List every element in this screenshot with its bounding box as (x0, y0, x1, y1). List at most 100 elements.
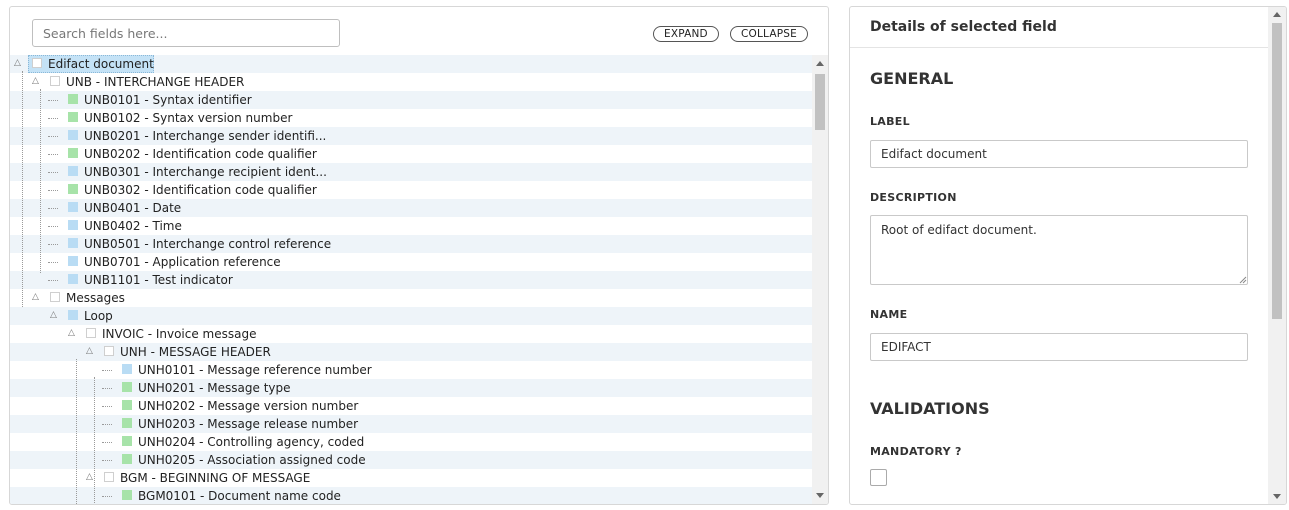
tree-guide-line (102, 370, 112, 371)
label-field[interactable] (870, 140, 1248, 168)
mandatory-field-icon[interactable] (68, 184, 78, 194)
tree-row[interactable]: △ UNH - MESSAGE HEADER (10, 343, 812, 361)
tree-row[interactable]: UNB0101 - Syntax identifier (10, 91, 812, 109)
collapse-button[interactable]: COLLAPSE (730, 26, 808, 42)
tree-guide-line (48, 172, 58, 173)
tree-expander-icon[interactable]: △ (68, 325, 75, 341)
tree-row[interactable]: UNH0201 - Message type (10, 379, 812, 397)
tree-guide-line (22, 71, 23, 307)
general-section-title: GENERAL (870, 69, 954, 88)
scroll-thumb[interactable] (1272, 23, 1282, 319)
tree-row-label: UNB0402 - Time (84, 219, 182, 233)
tree-guide-line (48, 262, 58, 263)
optional-field-icon[interactable] (68, 166, 78, 176)
tree-row[interactable]: UNB0102 - Syntax version number (10, 109, 812, 127)
tree-row-label: Edifact document (48, 57, 154, 71)
tree-guide-line (48, 190, 58, 191)
tree-row[interactable]: UNB0201 - Interchange sender identifi... (10, 127, 812, 145)
mandatory-field-icon[interactable] (68, 94, 78, 104)
scroll-down-icon[interactable] (816, 493, 824, 498)
tree-scrollbar[interactable] (812, 55, 828, 504)
tree-row[interactable]: △ Messages (10, 289, 812, 307)
tree-guide-line (102, 496, 112, 497)
validations-section-title: VALIDATIONS (870, 399, 990, 418)
tree-row[interactable]: UNB0701 - Application reference (10, 253, 812, 271)
tree-row[interactable]: UNB0302 - Identification code qualifier (10, 181, 812, 199)
node-checkbox-icon[interactable] (104, 472, 114, 482)
tree-expander-icon[interactable]: △ (50, 307, 57, 323)
tree-row-label: UNH0101 - Message reference number (138, 363, 372, 377)
tree-row-label: UNH - MESSAGE HEADER (120, 345, 271, 359)
tree-row-label: BGM - BEGINNING OF MESSAGE (120, 471, 311, 485)
tree-row-label: BGM0101 - Document name code (138, 489, 341, 503)
mandatory-field-icon[interactable] (122, 454, 132, 464)
resize-grip-icon[interactable] (1239, 276, 1247, 284)
tree-row[interactable]: UNB1101 - Test indicator (10, 271, 812, 289)
tree-row[interactable]: UNH0205 - Association assigned code (10, 451, 812, 469)
optional-field-icon[interactable] (122, 364, 132, 374)
tree-row-label: UNB0701 - Application reference (84, 255, 281, 269)
tree-row[interactable]: UNB0301 - Interchange recipient ident... (10, 163, 812, 181)
search-input[interactable] (32, 19, 340, 47)
mandatory-field-icon[interactable] (122, 490, 132, 500)
tree-row-label: UNB0301 - Interchange recipient ident... (84, 165, 327, 179)
tree-row-label: UNB0401 - Date (84, 201, 182, 215)
tree-row[interactable]: UNB0402 - Time (10, 217, 812, 235)
mandatory-checkbox[interactable] (870, 469, 887, 486)
tree-row-label: Loop (84, 309, 113, 323)
tree-expander-icon[interactable]: △ (14, 55, 21, 71)
expand-button[interactable]: EXPAND (653, 26, 719, 42)
tree-row[interactable]: △ INVOIC - Invoice message (10, 325, 812, 343)
name-field[interactable] (870, 333, 1248, 361)
node-checkbox-icon[interactable] (86, 328, 96, 338)
mandatory-field-icon[interactable] (122, 436, 132, 446)
tree-row[interactable]: BGM0101 - Document name code (10, 487, 812, 504)
tree-row[interactable]: UNB0202 - Identification code qualifier (10, 145, 812, 163)
description-field[interactable]: Root of edifact document. (870, 215, 1248, 285)
tree-row[interactable]: UNH0204 - Controlling agency, coded (10, 433, 812, 451)
optional-field-icon[interactable] (68, 238, 78, 248)
tree-expander-icon[interactable]: △ (86, 469, 93, 485)
tree-row[interactable]: UNB0401 - Date (10, 199, 812, 217)
mandatory-field-icon[interactable] (122, 418, 132, 428)
tree-expander-icon[interactable]: △ (32, 73, 39, 89)
tree-row[interactable]: △ Edifact document (10, 55, 812, 73)
tree-row[interactable]: UNH0101 - Message reference number (10, 361, 812, 379)
tree-expander-icon[interactable]: △ (86, 343, 93, 359)
tree-guide-line (102, 460, 112, 461)
tree-guide-line (48, 244, 58, 245)
scroll-thumb[interactable] (815, 74, 825, 130)
optional-field-icon[interactable] (68, 130, 78, 140)
tree-row[interactable]: UNH0202 - Message version number (10, 397, 812, 415)
mandatory-field-icon[interactable] (68, 148, 78, 158)
node-checkbox-icon[interactable] (32, 58, 42, 68)
optional-field-icon[interactable] (68, 274, 78, 284)
tree-row[interactable]: UNB0501 - Interchange control reference (10, 235, 812, 253)
description-field-label: DESCRIPTION (870, 191, 957, 204)
tree-row-label: UNH0204 - Controlling agency, coded (138, 435, 365, 449)
tree-row[interactable]: UNH0203 - Message release number (10, 415, 812, 433)
scroll-down-icon[interactable] (1273, 494, 1281, 499)
tree-guide-line (48, 208, 58, 209)
mandatory-field-icon[interactable] (122, 400, 132, 410)
optional-field-icon[interactable] (68, 310, 78, 320)
mandatory-field-icon[interactable] (68, 112, 78, 122)
optional-field-icon[interactable] (68, 220, 78, 230)
mandatory-field-icon[interactable] (122, 382, 132, 392)
tree-guide-line (102, 388, 112, 389)
scroll-up-icon[interactable] (1273, 12, 1281, 17)
node-checkbox-icon[interactable] (50, 76, 60, 86)
tree-expander-icon[interactable]: △ (32, 289, 39, 305)
scroll-up-icon[interactable] (816, 61, 824, 66)
tree-row[interactable]: △ BGM - BEGINNING OF MESSAGE (10, 469, 812, 487)
optional-field-icon[interactable] (68, 256, 78, 266)
tree-row[interactable]: △ Loop (10, 307, 812, 325)
tree-row-label: UNH0205 - Association assigned code (138, 453, 366, 467)
node-checkbox-icon[interactable] (50, 292, 60, 302)
details-scrollbar[interactable] (1268, 7, 1286, 504)
node-checkbox-icon[interactable] (104, 346, 114, 356)
tree-row[interactable]: △ UNB - INTERCHANGE HEADER (10, 73, 812, 91)
optional-field-icon[interactable] (68, 202, 78, 212)
tree-row-label: UNB0302 - Identification code qualifier (84, 183, 317, 197)
tree-row-label: UNB0202 - Identification code qualifier (84, 147, 317, 161)
